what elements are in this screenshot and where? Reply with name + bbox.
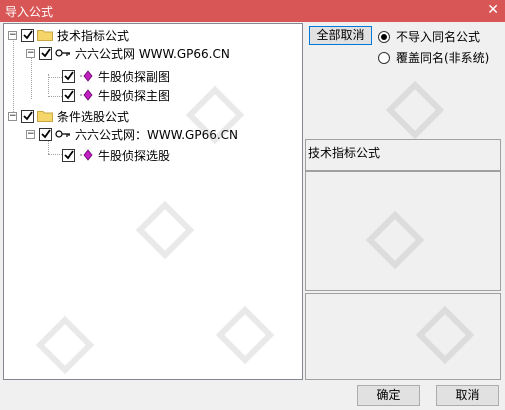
- tree-node-label: 牛股侦探副图: [98, 69, 171, 84]
- tree-node-formula[interactable]: 牛股侦探副图: [62, 67, 170, 85]
- formula-icon: [80, 89, 93, 101]
- tree-node-label: 牛股侦探主图: [98, 88, 171, 103]
- collapse-icon[interactable]: −: [8, 30, 17, 40]
- radio-label: 覆盖同名(非系统): [396, 51, 490, 65]
- tree-node-label: 技术指标公式: [57, 28, 130, 43]
- preview-area: [305, 293, 501, 380]
- formula-tree[interactable]: − 技术指标公式 − 六六公式网 WWW.GP66.CN 牛股侦探副图 牛股侦探…: [3, 23, 303, 380]
- close-icon[interactable]: ✕: [487, 2, 499, 18]
- tree-node-group[interactable]: − 六六公式网：WWW.GP66.CN: [26, 125, 238, 143]
- formula-icon: [80, 149, 93, 161]
- tree-checkbox[interactable]: [62, 148, 75, 162]
- category-display: 技术指标公式: [305, 139, 501, 171]
- tree-node-label: 六六公式网：WWW.GP66.CN: [75, 127, 239, 142]
- tree-node-formula[interactable]: 牛股侦探选股: [62, 146, 170, 164]
- ok-button[interactable]: 确定: [357, 385, 420, 406]
- tree-connector: [48, 77, 62, 78]
- watermark-logo: [385, 80, 445, 140]
- uncheck-all-button[interactable]: 全部取消: [309, 26, 372, 45]
- radio-indicator[interactable]: [378, 51, 390, 64]
- tree-checkbox[interactable]: [21, 109, 34, 123]
- tree-node-group[interactable]: − 六六公式网 WWW.GP66.CN: [26, 44, 230, 62]
- collapse-icon[interactable]: −: [26, 48, 35, 58]
- tree-node-label: 牛股侦探选股: [98, 148, 171, 163]
- tree-connector: [48, 96, 62, 97]
- key-icon: [55, 130, 70, 138]
- key-icon: [55, 49, 70, 57]
- tree-node-folder[interactable]: − 条件选股公式: [8, 107, 129, 125]
- window-title: 导入公式: [5, 5, 54, 19]
- tree-checkbox[interactable]: [62, 88, 75, 102]
- tree-connector: [48, 154, 62, 155]
- tree-connector: [13, 38, 14, 118]
- radio-label: 不导入同名公式: [396, 30, 481, 44]
- formula-icon: [80, 70, 93, 82]
- description-area: [305, 171, 501, 291]
- tree-checkbox[interactable]: [62, 69, 75, 83]
- tree-checkbox[interactable]: [39, 127, 52, 141]
- folder-icon: [37, 111, 53, 122]
- tree-node-label: 六六公式网 WWW.GP66.CN: [75, 46, 230, 61]
- radio-indicator[interactable]: [378, 30, 390, 43]
- tree-node-folder[interactable]: − 技术指标公式: [8, 26, 129, 44]
- tree-node-formula[interactable]: 牛股侦探主图: [62, 86, 170, 104]
- tree-node-label: 条件选股公式: [57, 109, 130, 124]
- tree-checkbox[interactable]: [39, 46, 52, 60]
- title-bar: 导入公式 ✕: [0, 0, 505, 22]
- folder-icon: [37, 30, 53, 41]
- collapse-icon[interactable]: −: [26, 129, 35, 139]
- radio-skip-duplicates[interactable]: 不导入同名公式: [378, 28, 480, 45]
- tree-checkbox[interactable]: [21, 28, 34, 42]
- radio-overwrite-duplicates[interactable]: 覆盖同名(非系统): [378, 49, 489, 66]
- category-text: 技术指标公式: [308, 146, 381, 160]
- cancel-button[interactable]: 取消: [436, 385, 499, 406]
- collapse-icon[interactable]: −: [8, 111, 17, 121]
